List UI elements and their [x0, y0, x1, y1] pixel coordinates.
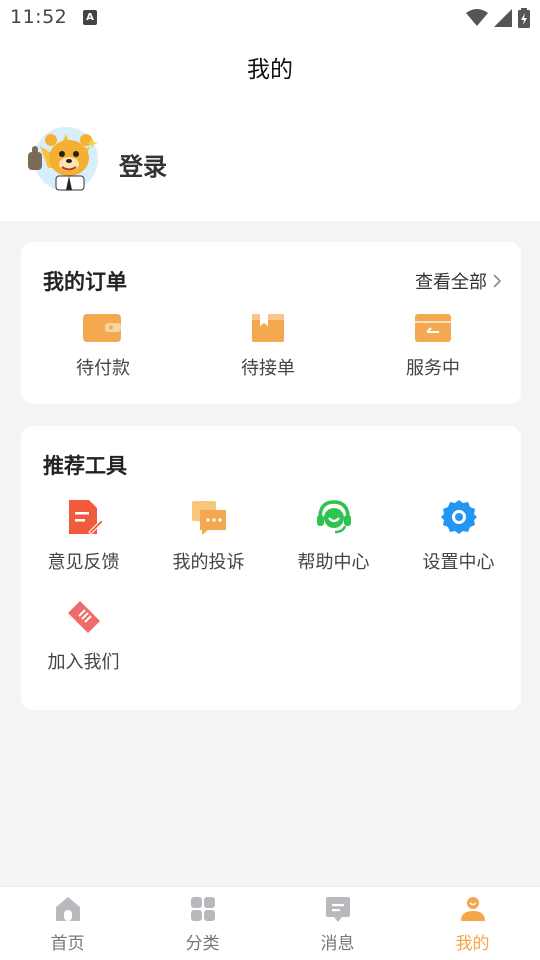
status-time: 11:52 [10, 6, 68, 28]
feedback-icon [68, 500, 103, 535]
login-label[interactable]: 登录 [119, 147, 167, 182]
tab-mine[interactable]: 我的 [405, 895, 540, 954]
notification-badge: A [83, 10, 97, 25]
view-all-label: 查看全部 [415, 272, 487, 293]
tab-home[interactable]: 首页 [0, 895, 135, 954]
order-pending-payment[interactable]: 待付款 [43, 312, 163, 380]
status-icons [466, 8, 530, 28]
battery-icon [518, 8, 530, 28]
tools-card: 推荐工具 意见反馈 我的投诉 帮助中心 设置中心 加入我们 [21, 426, 521, 710]
message-icon [325, 897, 350, 922]
tab-category[interactable]: 分类 [135, 895, 270, 954]
order-item-label: 待接单 [241, 358, 295, 379]
order-item-label: 待付款 [76, 358, 130, 379]
tab-label: 消息 [320, 934, 355, 954]
tab-label: 分类 [185, 934, 220, 954]
home-icon [55, 897, 80, 921]
view-all-orders-link[interactable]: 查看全部 [415, 268, 501, 294]
complaint-icon [191, 501, 226, 535]
chevron-right-icon [493, 274, 501, 288]
orders-title: 我的订单 [43, 270, 127, 294]
category-icon [190, 897, 215, 921]
tool-feedback[interactable]: 意见反馈 [21, 498, 146, 574]
user-icon [460, 897, 485, 921]
handshake-icon [67, 601, 100, 633]
page-header: 我的 [0, 36, 540, 100]
status-bar: 11:52 A [0, 0, 540, 36]
signal-icon [494, 9, 512, 27]
tool-join-us[interactable]: 加入我们 [21, 598, 146, 674]
profile-section[interactable]: 登录 [0, 100, 540, 221]
wifi-icon [466, 9, 488, 26]
wallet-icon [83, 314, 121, 342]
order-pending-accept[interactable]: 待接单 [208, 312, 328, 380]
tool-label: 设置中心 [422, 552, 495, 573]
page-title: 我的 [247, 57, 293, 83]
tool-label: 意见反馈 [47, 552, 120, 573]
tool-label: 加入我们 [47, 652, 120, 673]
tool-settings[interactable]: 设置中心 [396, 498, 521, 574]
tool-complaint[interactable]: 我的投诉 [146, 498, 271, 574]
headset-icon [316, 500, 351, 534]
tool-label: 我的投诉 [172, 552, 245, 573]
order-item-label: 服务中 [406, 358, 460, 379]
package-icon [415, 314, 451, 342]
gear-icon [440, 500, 477, 534]
tab-label: 我的 [455, 934, 490, 954]
tool-label: 帮助中心 [297, 552, 370, 573]
bottom-tab-bar: 首页 分类 消息 我的 [0, 886, 540, 960]
avatar[interactable] [26, 126, 100, 192]
tool-help-center[interactable]: 帮助中心 [271, 498, 396, 574]
tab-messages[interactable]: 消息 [270, 895, 405, 954]
order-in-service[interactable]: 服务中 [373, 312, 493, 380]
orders-card: 我的订单 查看全部 待付款 待接单 服务中 [21, 242, 521, 404]
tab-label: 首页 [50, 934, 85, 954]
tools-title: 推荐工具 [43, 454, 127, 478]
box-icon [252, 314, 284, 342]
